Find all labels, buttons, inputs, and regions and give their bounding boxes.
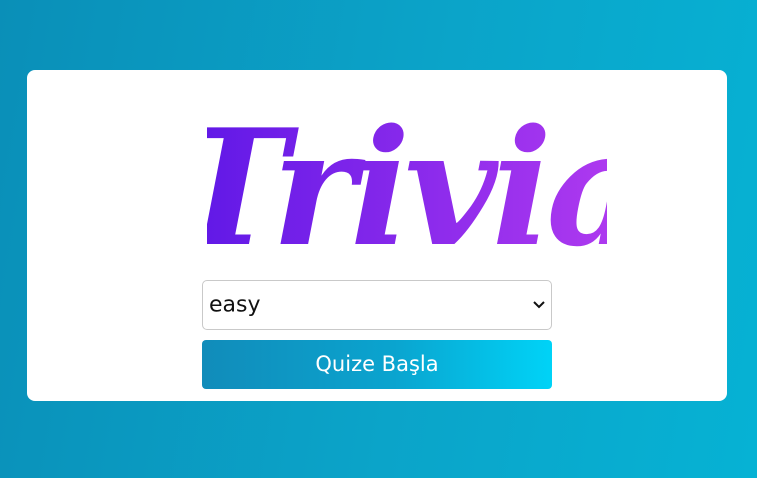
trivia-logo-graphic: Trivia <box>207 94 607 274</box>
difficulty-select[interactable]: easy <box>202 280 552 330</box>
chevron-down-icon <box>533 301 545 309</box>
difficulty-selected-value: easy <box>209 292 261 318</box>
trivia-logo-text: Trivia <box>207 94 607 274</box>
start-quiz-button[interactable]: Quize Başla <box>202 340 552 389</box>
start-card: Trivia easy Quize Başla <box>27 70 727 401</box>
trivia-logo: Trivia <box>207 84 607 274</box>
